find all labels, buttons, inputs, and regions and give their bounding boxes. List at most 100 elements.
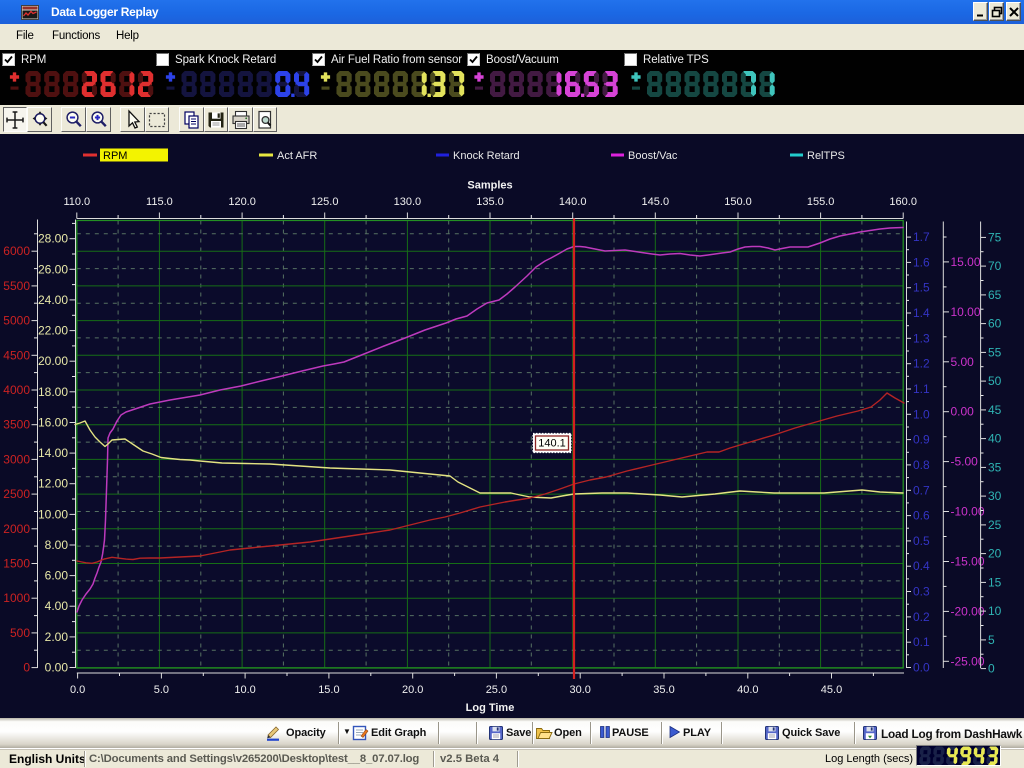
svg-text:8.00: 8.00 (45, 538, 69, 552)
svg-text:500: 500 (10, 626, 30, 640)
svg-text:Act AFR: Act AFR (277, 150, 317, 162)
svg-text:0.8: 0.8 (913, 458, 930, 472)
svg-text:3000: 3000 (3, 452, 30, 466)
svg-text:10.00: 10.00 (951, 305, 981, 319)
svg-text:0.0: 0.0 (70, 684, 85, 696)
svg-text:Knock Retard: Knock Retard (453, 150, 520, 162)
svg-text:5.00: 5.00 (951, 355, 975, 369)
svg-text:5500: 5500 (3, 279, 30, 293)
svg-text:-20.00: -20.00 (951, 604, 985, 618)
svg-text:5: 5 (988, 633, 995, 647)
svg-text:18.00: 18.00 (38, 385, 68, 399)
svg-text:16.00: 16.00 (38, 416, 68, 430)
svg-text:65: 65 (988, 288, 1002, 302)
svg-text:140.0: 140.0 (559, 196, 587, 208)
svg-text:70: 70 (988, 259, 1002, 273)
svg-text:1000: 1000 (3, 591, 30, 605)
svg-text:12.00: 12.00 (38, 477, 68, 491)
svg-text:120.0: 120.0 (228, 196, 256, 208)
svg-text:0.00: 0.00 (45, 661, 69, 675)
svg-text:RPM: RPM (103, 150, 127, 162)
svg-text:50: 50 (988, 374, 1002, 388)
svg-text:4500: 4500 (3, 348, 30, 362)
svg-text:15.00: 15.00 (951, 255, 981, 269)
svg-text:5.0: 5.0 (154, 684, 169, 696)
svg-text:30.0: 30.0 (569, 684, 590, 696)
svg-text:-10.00: -10.00 (951, 505, 985, 519)
svg-text:0.3: 0.3 (913, 585, 930, 599)
svg-text:22.00: 22.00 (38, 324, 68, 338)
svg-text:6.00: 6.00 (45, 569, 69, 583)
svg-text:30: 30 (988, 489, 1002, 503)
svg-text:20.00: 20.00 (38, 354, 68, 368)
svg-text:0.1: 0.1 (913, 635, 930, 649)
svg-text:0.5: 0.5 (913, 534, 930, 548)
svg-text:10.0: 10.0 (234, 684, 255, 696)
svg-text:10: 10 (988, 604, 1002, 618)
svg-text:1.2: 1.2 (913, 357, 930, 371)
svg-text:0.9: 0.9 (913, 433, 930, 447)
svg-text:14.00: 14.00 (38, 446, 68, 460)
svg-text:1.4: 1.4 (913, 306, 930, 320)
svg-text:25: 25 (988, 518, 1002, 532)
svg-text:75: 75 (988, 230, 1002, 244)
svg-text:1.6: 1.6 (913, 255, 930, 269)
svg-text:160.0: 160.0 (889, 196, 917, 208)
svg-text:3500: 3500 (3, 418, 30, 432)
svg-text:10.00: 10.00 (38, 507, 68, 521)
svg-text:0.00: 0.00 (951, 405, 975, 419)
svg-text:2000: 2000 (3, 522, 30, 536)
svg-text:45.0: 45.0 (821, 684, 842, 696)
svg-text:45: 45 (988, 403, 1002, 417)
svg-text:20.0: 20.0 (402, 684, 423, 696)
svg-text:1500: 1500 (3, 557, 30, 571)
svg-text:1.1: 1.1 (913, 382, 930, 396)
svg-text:24.00: 24.00 (38, 293, 68, 307)
svg-text:-5.00: -5.00 (951, 455, 979, 469)
svg-text:1.5: 1.5 (913, 281, 930, 295)
svg-text:25.0: 25.0 (486, 684, 507, 696)
svg-text:15: 15 (988, 575, 1002, 589)
svg-text:2.00: 2.00 (45, 630, 69, 644)
svg-text:40: 40 (988, 432, 1002, 446)
svg-text:26.00: 26.00 (38, 262, 68, 276)
svg-text:60: 60 (988, 317, 1002, 331)
svg-text:1.7: 1.7 (913, 230, 930, 244)
svg-text:135.0: 135.0 (476, 196, 504, 208)
svg-text:-15.00: -15.00 (951, 555, 985, 569)
svg-text:20: 20 (988, 547, 1002, 561)
svg-text:35.0: 35.0 (653, 684, 674, 696)
svg-text:140.1: 140.1 (538, 438, 566, 450)
svg-text:0: 0 (23, 661, 30, 675)
svg-text:150.0: 150.0 (724, 196, 752, 208)
svg-text:145.0: 145.0 (642, 196, 670, 208)
svg-text:-25.00: -25.00 (951, 654, 985, 668)
svg-text:0.7: 0.7 (913, 483, 930, 497)
svg-text:15.0: 15.0 (318, 684, 339, 696)
svg-text:2500: 2500 (3, 487, 30, 501)
svg-text:125.0: 125.0 (311, 196, 339, 208)
svg-text:110.0: 110.0 (63, 196, 90, 208)
svg-text:130.0: 130.0 (394, 196, 422, 208)
svg-text:5000: 5000 (3, 314, 30, 328)
svg-text:35: 35 (988, 460, 1002, 474)
svg-text:28.00: 28.00 (38, 232, 68, 246)
svg-text:0.2: 0.2 (913, 610, 930, 624)
svg-text:1.3: 1.3 (913, 331, 930, 345)
svg-text:RelTPS: RelTPS (807, 150, 845, 162)
svg-text:Log Time: Log Time (466, 702, 515, 714)
svg-text:0.4: 0.4 (913, 559, 930, 573)
svg-text:0.6: 0.6 (913, 509, 930, 523)
svg-text:4.00: 4.00 (45, 599, 69, 613)
svg-text:55: 55 (988, 345, 1002, 359)
svg-text:115.0: 115.0 (146, 196, 173, 208)
svg-text:1.0: 1.0 (913, 407, 930, 421)
svg-text:Samples: Samples (467, 180, 512, 192)
svg-text:40.0: 40.0 (737, 684, 758, 696)
svg-text:4000: 4000 (3, 383, 30, 397)
svg-text:Boost/Vac: Boost/Vac (628, 150, 678, 162)
svg-text:0: 0 (988, 662, 995, 676)
svg-text:155.0: 155.0 (807, 196, 835, 208)
svg-text:6000: 6000 (3, 244, 30, 258)
svg-text:0.0: 0.0 (913, 661, 930, 675)
